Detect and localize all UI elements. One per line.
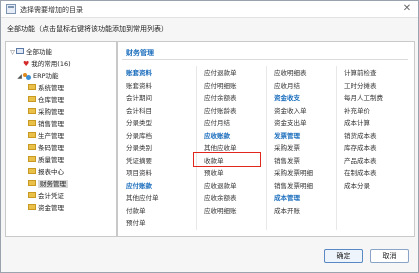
folder-icon: [28, 192, 36, 198]
title-bar: 选择需要增加的目录 ✕: [1, 1, 418, 18]
function-item[interactable]: 会计科目: [126, 106, 152, 117]
function-item[interactable]: 资金支出单: [274, 118, 307, 129]
function-tree: ▽ 全部功能 ♥ 我的常用(16) ◢ ERP功能 系统管理仓库管理采购管理销售管理生…: [5, 41, 117, 237]
folder-icon: [28, 96, 36, 102]
function-item[interactable]: 会计期间: [126, 93, 152, 104]
tree-node-favorites[interactable]: ♥ 我的常用(16): [16, 59, 71, 69]
function-item[interactable]: 应付余额表: [204, 93, 237, 104]
function-item[interactable]: 补充单价: [344, 106, 370, 117]
function-item[interactable]: 采购发票明细: [274, 168, 313, 179]
group-heading: 应付账款: [126, 181, 152, 190]
function-item[interactable]: 应收明细表: [274, 68, 307, 79]
function-item[interactable]: 销售发票: [274, 156, 300, 167]
function-item[interactable]: 预付单: [126, 218, 146, 229]
folder-icon: [28, 180, 36, 186]
function-item[interactable]: 账套资料: [126, 81, 152, 92]
function-item[interactable]: 预收单: [204, 168, 224, 179]
function-item[interactable]: 资金收入单: [274, 106, 307, 117]
tree-node-module[interactable]: 生产管理: [28, 131, 64, 141]
group-heading: 应收账款: [204, 131, 230, 140]
function-item[interactable]: 应收余额表: [204, 193, 237, 204]
function-item[interactable]: 应付月结: [204, 118, 230, 129]
function-item[interactable]: 成本计算: [344, 118, 370, 129]
tree-node-module[interactable]: 资金管理: [28, 203, 64, 213]
tree-node-module[interactable]: 采购管理: [28, 107, 64, 117]
folder-icon: [28, 84, 36, 90]
column-divider: [196, 66, 197, 230]
function-item[interactable]: 成本开账: [274, 206, 300, 217]
group-heading: 发票管理: [274, 131, 300, 140]
group-heading: 资金收支: [274, 94, 300, 102]
dialog-window: 选择需要增加的目录 ✕ 全部功能（点击鼠标右键将该功能添加到常用列表） ▽ 全部功…: [0, 0, 419, 273]
tree-node-module[interactable]: 系统管理: [28, 83, 64, 93]
function-item[interactable]: 产品成本表: [344, 156, 377, 167]
folder-icon: [28, 120, 36, 126]
highlight-box: [193, 152, 261, 167]
folder-icon: [28, 168, 36, 174]
function-item[interactable]: 分录库档: [126, 131, 152, 142]
function-item[interactable]: 成本分录: [344, 181, 370, 192]
people-icon: [23, 72, 31, 80]
function-item[interactable]: 计算前检查: [344, 68, 377, 79]
function-item[interactable]: 分录类别: [126, 143, 152, 154]
expand-arrow-icon[interactable]: ◢: [16, 72, 23, 82]
close-icon[interactable]: ✕: [401, 3, 413, 15]
function-item[interactable]: 应付退款单: [204, 68, 237, 79]
group-heading: 成本管理: [274, 194, 300, 202]
function-item[interactable]: 分录类型: [126, 118, 152, 129]
function-item[interactable]: 付款单: [126, 206, 146, 217]
column-divider: [336, 66, 337, 230]
cancel-button[interactable]: 取消: [370, 249, 409, 263]
function-item[interactable]: 采购发票: [274, 143, 300, 154]
function-item[interactable]: 销货成本表: [344, 131, 377, 142]
folder-icon: [28, 144, 36, 150]
function-item[interactable]: 销售发票明细: [274, 181, 313, 192]
function-item[interactable]: 工时分摊表: [344, 81, 377, 92]
folder-icon: [28, 108, 36, 114]
tree-node-module[interactable]: 报表中心: [28, 167, 64, 177]
tree-node-module[interactable]: 会计凭证: [28, 191, 64, 201]
function-item[interactable]: 其他应付单: [126, 193, 159, 204]
function-item[interactable]: 应付账龄表: [204, 106, 237, 117]
expand-arrow-icon[interactable]: ▽: [9, 48, 16, 58]
window-app-icon: [6, 4, 16, 14]
function-item[interactable]: 在制成本表: [344, 168, 377, 179]
heart-icon: ♥: [23, 59, 30, 68]
function-item[interactable]: 应收月结: [274, 81, 300, 92]
tree-node-root[interactable]: ▽ 全部功能: [9, 47, 52, 57]
tree-node-module[interactable]: 仓库管理: [28, 95, 64, 105]
panel-title: 财务管理: [126, 49, 154, 57]
tree-node-module[interactable]: 销售管理: [28, 119, 64, 129]
tree-node-module[interactable]: 质量管理: [28, 155, 64, 165]
folder-icon: [28, 204, 36, 210]
subtitle-instruction: 全部功能（点击鼠标右键将该功能添加到常用列表）: [7, 25, 168, 33]
function-item[interactable]: 应收明细账: [204, 206, 237, 217]
function-panel: 财务管理 账套资料 账套资料 会计期间 会计科目 分录类型 分录库档 分录类别 凭证摘要 项目资…: [117, 41, 415, 237]
footer: 确定 取消: [1, 241, 418, 272]
function-item[interactable]: 每月人工制费: [344, 93, 383, 104]
group-heading: 账套资料: [126, 69, 152, 77]
column-divider: [266, 66, 267, 230]
function-item[interactable]: 库存成本表: [344, 143, 377, 154]
divider: [122, 59, 408, 60]
computer-icon: [16, 48, 24, 54]
tree-node-module[interactable]: 条码管理: [28, 143, 64, 153]
window-title: 选择需要增加的目录: [20, 6, 83, 14]
tree-node-erp[interactable]: ◢ ERP功能: [16, 71, 58, 82]
tree-node-module[interactable]: 财务管理: [28, 179, 68, 189]
function-item[interactable]: 凭证摘要: [126, 156, 152, 167]
folder-icon: [28, 132, 36, 138]
ok-button[interactable]: 确定: [324, 249, 363, 263]
folder-icon: [28, 156, 36, 162]
function-item[interactable]: 项目资料: [126, 168, 152, 179]
function-item[interactable]: 应收退款单: [204, 181, 237, 192]
function-item[interactable]: 应付明细账: [204, 81, 237, 92]
